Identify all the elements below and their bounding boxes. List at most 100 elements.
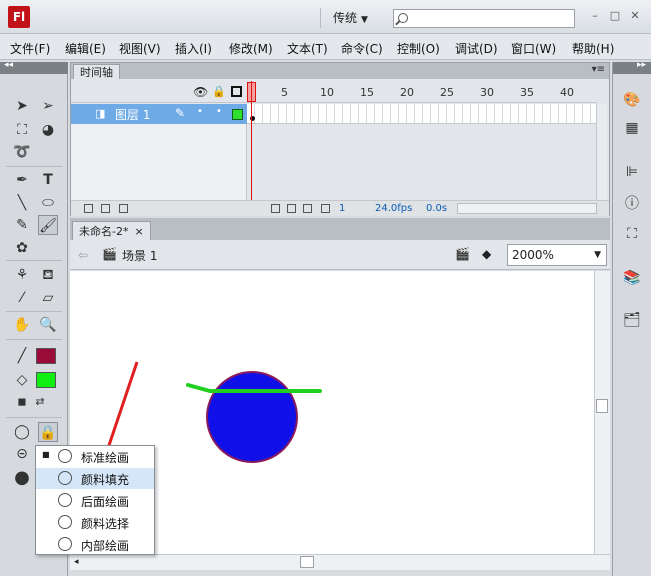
swatches-icon[interactable]: ▦	[622, 118, 642, 138]
back-arrow-icon[interactable]: ⇦	[78, 248, 88, 262]
frame-ruler[interactable]: 1 5 10 15 20 25 30 35 40	[247, 81, 597, 103]
delete-layer-icon[interactable]	[119, 204, 128, 213]
onion-markers-icon[interactable]	[321, 204, 330, 213]
tab-document[interactable]: 未命名-2* ×	[72, 221, 151, 240]
search-input[interactable]	[412, 11, 572, 26]
stroke-color-swatch[interactable]	[36, 348, 56, 364]
panel-menu-icon[interactable]: ▾≡	[592, 64, 605, 75]
mode-item-paint-selection[interactable]: 颜料选择	[36, 512, 154, 533]
ruler-number: 5	[281, 86, 288, 99]
object-drawing-icon[interactable]: ◯	[12, 422, 32, 442]
tools-panel-header[interactable]: ◂◂	[0, 60, 68, 74]
frame-cells[interactable]	[247, 104, 597, 124]
lasso-icon[interactable]: ➰	[12, 142, 32, 162]
menu-file[interactable]: 文件(F)	[10, 40, 50, 57]
scroll-left-icon[interactable]: ◂	[74, 557, 79, 567]
menu-commands[interactable]: 命令(C)	[341, 40, 383, 57]
ruler-number: 25	[440, 86, 454, 99]
zoom-select[interactable]: 2000% ▼	[507, 244, 607, 266]
menu-control[interactable]: 控制(O)	[397, 40, 440, 57]
edit-bar: ⇦ 🎬 场景 1 🎬 ◆ 2000% ▼	[70, 240, 610, 270]
stage-vscrollbar[interactable]	[594, 271, 610, 554]
brush-size-icon[interactable]: ●	[12, 468, 32, 488]
info-icon[interactable]: ⓘ	[622, 194, 642, 214]
components-icon[interactable]: 🗂	[622, 310, 642, 330]
bone-tool-icon[interactable]: ⚘	[12, 265, 32, 285]
menu-window[interactable]: 窗口(W)	[511, 40, 556, 57]
hand-tool-icon[interactable]: ✋	[12, 315, 32, 335]
menu-view[interactable]: 视图(V)	[119, 40, 161, 57]
dock-header[interactable]: ▸▸	[613, 60, 651, 74]
mode-item-paint-inside[interactable]: 内部绘画	[36, 534, 154, 555]
tools-divider	[6, 260, 62, 261]
library-icon[interactable]: 📚	[622, 268, 642, 288]
text-tool-icon[interactable]: T	[38, 170, 58, 190]
paint-bucket-icon[interactable]: ⛾	[38, 265, 58, 285]
onion-skin-icon[interactable]	[271, 204, 280, 213]
stage-hscrollbar[interactable]: ◂	[70, 554, 610, 570]
mode-item-normal[interactable]: ■ 标准绘画	[36, 446, 154, 467]
mode-item-paint-fills[interactable]: 颜料填充	[36, 468, 154, 489]
free-transform-icon[interactable]: ⛶	[12, 120, 32, 140]
swap-colors-icon[interactable]: ⇄	[30, 392, 50, 412]
brush-tool-icon[interactable]: 🖌	[38, 215, 58, 235]
menu-modify[interactable]: 修改(M)	[229, 40, 273, 57]
expand-icon[interactable]: ▸▸	[637, 60, 646, 70]
edit-frames-icon[interactable]	[303, 204, 312, 213]
menu-insert[interactable]: 插入(I)	[175, 40, 212, 57]
black-white-icon[interactable]: ◼	[12, 392, 32, 412]
close-tab-icon[interactable]: ×	[134, 225, 143, 238]
pen-tool-icon[interactable]: ✒	[12, 170, 32, 190]
line-tool-icon[interactable]: ╲	[12, 193, 32, 213]
fill-color-swatch[interactable]	[36, 372, 56, 388]
scene-label[interactable]: 场景 1	[122, 247, 157, 264]
deco-tool-icon[interactable]: ✿	[12, 238, 32, 258]
menu-edit[interactable]: 编辑(E)	[65, 40, 106, 57]
oval-tool-icon[interactable]: ⬭	[38, 193, 58, 213]
scroll-thumb[interactable]	[596, 399, 608, 413]
align-icon[interactable]: ⊫	[622, 162, 642, 182]
eraser-icon[interactable]: ▱	[38, 288, 58, 308]
timeline-hscroll[interactable]	[457, 203, 597, 214]
lock-dot-icon[interactable]: •	[216, 106, 222, 117]
layer-color-icon[interactable]	[232, 109, 243, 120]
collapse-icon[interactable]: ◂◂	[4, 60, 13, 70]
outline-icon[interactable]	[231, 86, 242, 97]
visibility-dot-icon[interactable]: •	[197, 106, 203, 117]
tab-timeline[interactable]: 时间轴	[73, 64, 120, 79]
pencil-tool-icon[interactable]: ✎	[12, 215, 32, 235]
3d-rotation-icon[interactable]: ◕	[38, 120, 58, 140]
workspace-switcher[interactable]: 传统 ▼	[320, 8, 368, 28]
edit-symbols-icon[interactable]: ◆	[482, 247, 491, 261]
brush-mode-icon[interactable]: ⊝	[12, 444, 32, 464]
selection-tool-icon[interactable]: ➤	[12, 96, 32, 116]
mode-item-paint-behind[interactable]: 后面绘画	[36, 490, 154, 511]
frame-rate[interactable]: 24.0fps	[375, 203, 412, 214]
menu-debug[interactable]: 调试(D)	[455, 40, 498, 57]
search-box[interactable]	[393, 9, 575, 28]
layer-name: 图层 1	[115, 108, 151, 122]
new-folder-icon[interactable]	[101, 204, 110, 213]
zoom-tool-icon[interactable]: 🔍	[38, 315, 58, 335]
eyedropper-icon[interactable]: ⁄	[12, 288, 32, 308]
eye-icon[interactable]: 👁	[193, 85, 208, 99]
blue-circle[interactable]	[206, 371, 298, 463]
close-icon[interactable]: ✕	[628, 9, 642, 23]
tools-divider	[6, 166, 62, 167]
edit-scene-icon[interactable]: 🎬	[455, 247, 470, 261]
maximize-icon[interactable]: □	[608, 9, 622, 23]
timeline-scrollbar[interactable]	[596, 104, 607, 200]
lock-fill-icon[interactable]: 🔒	[38, 422, 58, 442]
scroll-thumb[interactable]	[300, 556, 314, 568]
onion-outline-icon[interactable]	[287, 204, 296, 213]
minimize-icon[interactable]: –	[588, 9, 602, 23]
color-panel-icon[interactable]: 🎨	[622, 90, 642, 110]
transform-icon[interactable]: ⛶	[622, 224, 642, 244]
workspace-label: 传统	[333, 11, 358, 25]
layer-row[interactable]: ◨ 图层 1 ✎ • •	[71, 104, 247, 124]
lock-icon[interactable]: 🔒	[212, 85, 226, 98]
subselection-tool-icon[interactable]: ➢	[38, 96, 58, 116]
menu-text[interactable]: 文本(T)	[287, 40, 328, 57]
menu-help[interactable]: 帮助(H)	[572, 40, 614, 57]
new-layer-icon[interactable]	[84, 204, 93, 213]
